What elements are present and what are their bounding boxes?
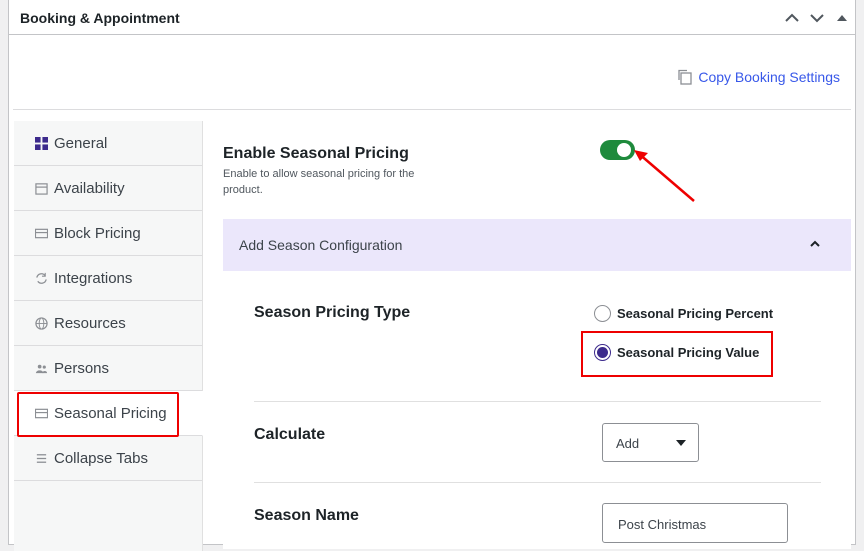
tab-general[interactable]: General xyxy=(14,121,202,166)
tab-label: General xyxy=(54,134,108,152)
season-pricing-type-label: Season Pricing Type xyxy=(254,304,411,321)
calculate-label: Calculate xyxy=(254,426,326,443)
calculate-select-value: Add xyxy=(616,436,640,451)
highlight-box xyxy=(581,331,773,377)
radio-label: Seasonal Pricing Percent xyxy=(617,306,774,321)
calculate-select[interactable]: Add xyxy=(602,423,699,462)
highlight-box xyxy=(17,392,179,437)
caret-down-icon xyxy=(676,440,686,446)
chevron-up-icon[interactable] xyxy=(809,238,821,250)
tab-persons[interactable]: Persons xyxy=(14,346,202,391)
season-name-label: Season Name xyxy=(254,507,359,524)
radio-seasonal-pricing-percent[interactable]: Seasonal Pricing Percent xyxy=(594,305,773,322)
tab-availability[interactable]: Availability xyxy=(14,166,202,211)
divider xyxy=(254,482,821,483)
chevron-up-icon[interactable] xyxy=(783,9,801,27)
season-name-value: Post Christmas xyxy=(618,517,707,532)
chevron-down-icon[interactable] xyxy=(808,9,826,27)
tab-label: Integrations xyxy=(54,269,133,287)
sync-icon xyxy=(34,271,48,285)
metabox-header: Booking & Appointment xyxy=(9,0,855,35)
enable-seasonal-pricing-description: Enable to allow seasonal pricing for the… xyxy=(223,168,415,196)
tab-label: Block Pricing xyxy=(54,224,141,242)
tab-block-pricing[interactable]: Block Pricing xyxy=(14,211,202,256)
copy-icon xyxy=(677,69,693,85)
collapse-toggle-icon[interactable] xyxy=(833,9,851,27)
booking-metabox: Booking & Appointment Copy Booking Setti… xyxy=(8,0,856,551)
globe-icon xyxy=(34,316,48,330)
enable-seasonal-pricing-label: Enable Seasonal Pricing xyxy=(223,145,409,162)
settings-tabs: General Availability Block Pricing Integ… xyxy=(14,121,203,551)
copy-booking-settings-label: Copy Booking Settings xyxy=(698,69,840,85)
tab-resources[interactable]: Resources xyxy=(14,301,202,346)
calendar-icon xyxy=(34,181,48,195)
divider xyxy=(254,401,821,402)
season-configuration-header[interactable]: Add Season Configuration xyxy=(223,219,851,271)
metabox-title: Booking & Appointment xyxy=(20,10,180,26)
season-name-input[interactable]: Post Christmas xyxy=(602,503,788,543)
tab-label: Resources xyxy=(54,314,126,332)
tab-label: Persons xyxy=(54,359,110,377)
season-configuration-panel: Add Season Configuration xyxy=(223,219,851,549)
persons-icon xyxy=(34,361,48,375)
radio-button[interactable] xyxy=(594,305,611,322)
tab-label: Collapse Tabs xyxy=(54,449,148,467)
tab-integrations[interactable]: Integrations xyxy=(14,256,202,301)
card-icon xyxy=(34,226,48,240)
season-configuration-title: Add Season Configuration xyxy=(239,237,403,253)
annotation-arrow-icon xyxy=(634,150,695,202)
menu-icon xyxy=(34,451,48,465)
tab-label: Availability xyxy=(54,179,125,197)
copy-booking-settings-link[interactable]: Copy Booking Settings xyxy=(677,69,840,85)
divider xyxy=(13,109,851,110)
tab-collapse-tabs[interactable]: Collapse Tabs xyxy=(14,436,202,481)
grid-icon xyxy=(34,136,48,150)
